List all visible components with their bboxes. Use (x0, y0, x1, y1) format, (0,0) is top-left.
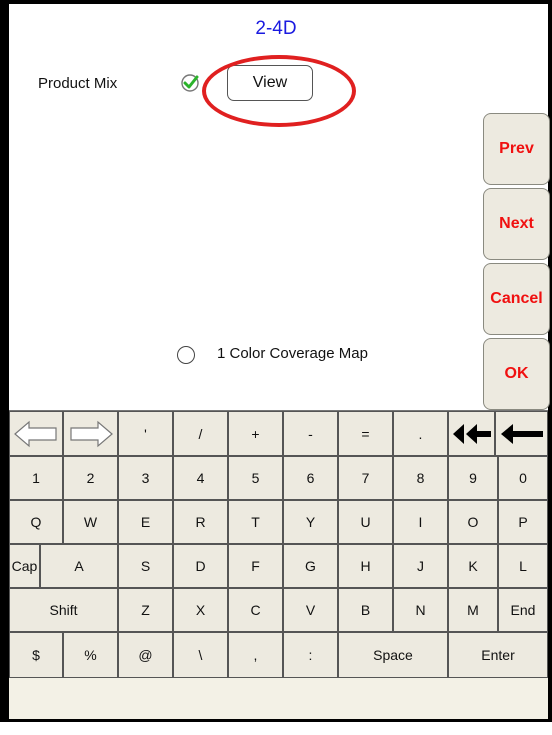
app-window: 2-4D Product Mix View Prev Next Cancel O… (0, 0, 552, 735)
key-l[interactable]: L (498, 544, 548, 588)
key-j[interactable]: J (393, 544, 448, 588)
key-cap[interactable]: Cap (9, 544, 40, 588)
view-button[interactable]: View (227, 65, 313, 101)
key-t[interactable]: T (228, 500, 283, 544)
key-f[interactable]: F (228, 544, 283, 588)
double-left-arrow-icon (452, 423, 491, 444)
key-x[interactable]: X (173, 588, 228, 632)
key-h[interactable]: H (338, 544, 393, 588)
key-g[interactable]: G (283, 544, 338, 588)
key-percent[interactable]: % (63, 632, 118, 678)
key-z[interactable]: Z (118, 588, 173, 632)
next-button[interactable]: Next (483, 188, 550, 260)
key-colon[interactable]: : (283, 632, 338, 678)
key-s[interactable]: S (118, 544, 173, 588)
key-4[interactable]: 4 (173, 456, 228, 500)
key-p[interactable]: P (498, 500, 548, 544)
key-o[interactable]: O (448, 500, 498, 544)
key-i[interactable]: I (393, 500, 448, 544)
key-at[interactable]: @ (118, 632, 173, 678)
key-delete-word[interactable] (448, 411, 495, 456)
key-1[interactable]: 1 (9, 456, 63, 500)
key-left-arrow[interactable] (9, 411, 63, 456)
key-space[interactable]: Space (338, 632, 448, 678)
page-title: 2-4D (255, 18, 297, 39)
window-border-top (0, 0, 552, 4)
left-arrow-icon (14, 420, 57, 447)
key-end[interactable]: End (498, 588, 548, 632)
key-n[interactable]: N (393, 588, 448, 632)
key-y[interactable]: Y (283, 500, 338, 544)
on-screen-keyboard: ' / + - = . 1 2 3 4 5 6 7 8 9 0 Q W E R … (9, 410, 548, 719)
key-a[interactable]: A (40, 544, 118, 588)
key-q[interactable]: Q (9, 500, 63, 544)
key-dollar[interactable]: $ (9, 632, 63, 678)
key-c[interactable]: C (228, 588, 283, 632)
key-backslash[interactable]: \ (173, 632, 228, 678)
key-minus[interactable]: - (283, 411, 338, 456)
key-b[interactable]: B (338, 588, 393, 632)
key-right-arrow[interactable] (63, 411, 118, 456)
key-3[interactable]: 3 (118, 456, 173, 500)
key-7[interactable]: 7 (338, 456, 393, 500)
key-shift[interactable]: Shift (9, 588, 118, 632)
key-2[interactable]: 2 (63, 456, 118, 500)
key-w[interactable]: W (63, 500, 118, 544)
key-r[interactable]: R (173, 500, 228, 544)
window-border-left (0, 0, 9, 720)
key-backspace[interactable] (495, 411, 548, 456)
ok-button[interactable]: OK (483, 338, 550, 410)
product-mix-label: Product Mix (38, 75, 118, 92)
key-equals[interactable]: = (338, 411, 393, 456)
backspace-arrow-icon (500, 423, 543, 444)
key-period[interactable]: . (393, 411, 448, 456)
coverage-map-label: 1 Color Coverage Map (217, 345, 368, 362)
key-d[interactable]: D (173, 544, 228, 588)
prev-button[interactable]: Prev (483, 113, 550, 185)
key-m[interactable]: M (448, 588, 498, 632)
key-apostrophe[interactable]: ' (118, 411, 173, 456)
key-enter[interactable]: Enter (448, 632, 548, 678)
coverage-map-radio[interactable] (177, 346, 195, 364)
check-icon[interactable] (180, 72, 202, 94)
key-9[interactable]: 9 (448, 456, 498, 500)
key-comma[interactable]: , (228, 632, 283, 678)
key-plus[interactable]: + (228, 411, 283, 456)
key-slash[interactable]: / (173, 411, 228, 456)
key-8[interactable]: 8 (393, 456, 448, 500)
key-5[interactable]: 5 (228, 456, 283, 500)
cancel-button[interactable]: Cancel (483, 263, 550, 335)
key-v[interactable]: V (283, 588, 338, 632)
right-arrow-icon (69, 420, 113, 447)
key-u[interactable]: U (338, 500, 393, 544)
key-e[interactable]: E (118, 500, 173, 544)
key-0[interactable]: 0 (498, 456, 548, 500)
key-k[interactable]: K (448, 544, 498, 588)
key-6[interactable]: 6 (283, 456, 338, 500)
